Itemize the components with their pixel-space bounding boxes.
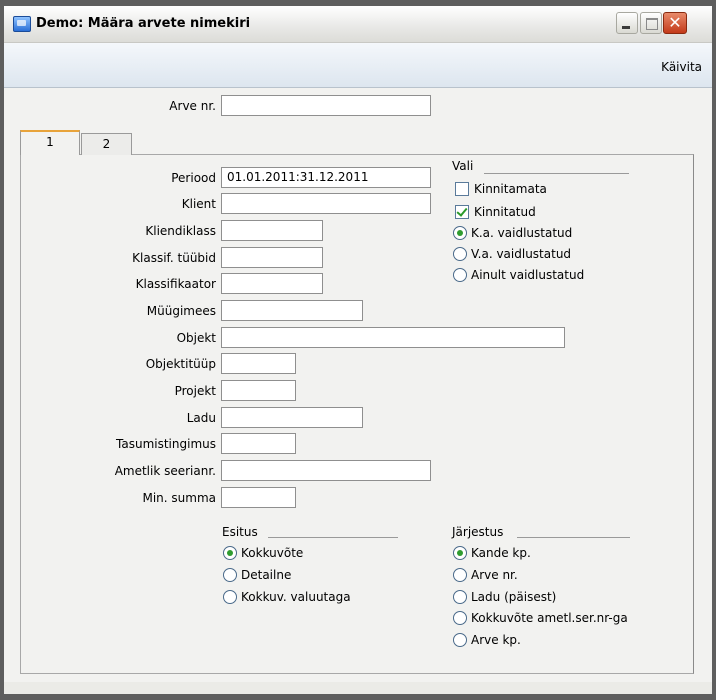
ladu-field[interactable]: [221, 407, 363, 428]
va-vaidlustatud-radio[interactable]: [453, 247, 467, 261]
title-bar[interactable]: Demo: Määra arvete nimekiri ✕: [4, 6, 712, 43]
projekt-label: Projekt: [174, 384, 216, 398]
periood-label: Periood: [171, 171, 216, 185]
tasumistingimus-label: Tasumistingimus: [116, 437, 216, 451]
window-bottom: [4, 682, 712, 694]
ladu-paisest-label: Ladu (päisest): [471, 590, 557, 604]
arve-nr-label: Arve nr.: [169, 99, 216, 113]
klient-field[interactable]: [221, 193, 431, 214]
klassifikaator-label: Klassifikaator: [135, 277, 216, 291]
minimize-button[interactable]: [616, 12, 638, 34]
window: Demo: Määra arvete nimekiri ✕ Käivita Ar…: [0, 0, 716, 700]
ka-vaidlustatud-label: K.a. vaidlustatud: [471, 226, 573, 240]
min-summa-label: Min. summa: [142, 491, 216, 505]
va-vaidlustatud-label: V.a. vaidlustatud: [471, 247, 572, 261]
maximize-button[interactable]: [640, 12, 662, 34]
arve-nr-radio[interactable]: [453, 568, 467, 582]
kande-kp-radio[interactable]: [453, 546, 467, 560]
myygimees-label: Müügimees: [146, 304, 216, 318]
kokkuvote-label: Kokkuvõte: [241, 546, 304, 560]
ladu-label: Ladu: [186, 411, 216, 425]
ainult-vaidlustatud-radio[interactable]: [453, 268, 467, 282]
vali-divider: [484, 173, 629, 174]
tab-2[interactable]: 2: [81, 133, 132, 155]
arve-nr-sort-label: Arve nr.: [471, 568, 518, 582]
kokkuvote-radio[interactable]: [223, 546, 237, 560]
kliendiklass-field[interactable]: [221, 220, 323, 241]
objekt-label: Objekt: [176, 331, 216, 345]
detailne-radio[interactable]: [223, 568, 237, 582]
klient-label: Klient: [181, 197, 216, 211]
esitus-title: Esitus: [222, 525, 258, 539]
kande-kp-label: Kande kp.: [471, 546, 531, 560]
kinnitatud-checkbox[interactable]: [455, 205, 469, 219]
projekt-field[interactable]: [221, 380, 296, 401]
myygimees-field[interactable]: [221, 300, 363, 321]
min-summa-field[interactable]: [221, 487, 296, 508]
toolbar: Käivita: [4, 43, 712, 88]
klassif-tyybid-field[interactable]: [221, 247, 323, 268]
klassifikaator-field[interactable]: [221, 273, 323, 294]
detailne-label: Detailne: [241, 568, 292, 582]
arve-kp-label: Arve kp.: [471, 633, 521, 647]
kokkuvote-ametl-radio[interactable]: [453, 611, 467, 625]
kokkuvote-ametl-label: Kokkuvõte ametl.ser.nr-ga: [471, 611, 628, 625]
close-icon: ✕: [668, 13, 682, 32]
tab-1[interactable]: 1: [20, 130, 80, 155]
kinnitatud-label: Kinnitatud: [474, 205, 536, 219]
kokkuv-valuutaga-label: Kokkuv. valuutaga: [241, 590, 351, 604]
kokkuv-valuutaga-radio[interactable]: [223, 590, 237, 604]
jarjestus-divider: [517, 537, 630, 538]
kliendiklass-label: Kliendiklass: [145, 224, 216, 238]
app-icon: [13, 16, 31, 32]
ametlik-seerianr-label: Ametlik seerianr.: [114, 464, 216, 478]
kinnitamata-label: Kinnitamata: [474, 182, 547, 196]
periood-field[interactable]: 01.01.2011:31.12.2011: [221, 167, 431, 188]
arve-kp-radio[interactable]: [453, 633, 467, 647]
close-button[interactable]: ✕: [663, 12, 687, 34]
tasumistingimus-field[interactable]: [221, 433, 296, 454]
ladu-paisest-radio[interactable]: [453, 590, 467, 604]
arve-nr-field[interactable]: [221, 95, 431, 116]
window-title: Demo: Määra arvete nimekiri: [36, 16, 251, 31]
klassif-tyybid-label: Klassif. tüübid: [132, 251, 216, 265]
ka-vaidlustatud-radio[interactable]: [453, 226, 467, 240]
objektityyp-field[interactable]: [221, 353, 296, 374]
esitus-divider: [268, 537, 398, 538]
kinnitamata-checkbox[interactable]: [455, 182, 469, 196]
run-button[interactable]: Käivita: [661, 60, 702, 74]
vali-title: Vali: [452, 159, 474, 173]
jarjestus-title: Järjestus: [452, 525, 504, 539]
objektityyp-label: Objektitüüp: [145, 357, 216, 371]
objekt-field[interactable]: [221, 327, 565, 348]
ainult-vaidlustatud-label: Ainult vaidlustatud: [471, 268, 585, 282]
ametlik-seerianr-field[interactable]: [221, 460, 431, 481]
